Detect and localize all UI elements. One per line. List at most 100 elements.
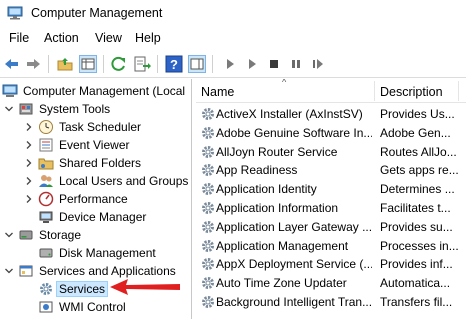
tree-item-label: Device Manager	[59, 210, 147, 224]
chevron-right-icon[interactable]	[24, 194, 34, 204]
tree-item-wmi-control[interactable]: WMI Control	[38, 298, 128, 316]
toolbar-separator	[103, 55, 104, 73]
properties-pane-icon[interactable]	[188, 55, 206, 73]
back-icon[interactable]	[3, 55, 21, 73]
table-row[interactable]: AppX Deployment Service (... Provides inf…	[196, 255, 466, 273]
wmi-icon	[39, 301, 53, 313]
sort-ascending-icon: ^	[282, 79, 287, 87]
forward-icon[interactable]	[24, 55, 42, 73]
service-gear-icon	[202, 277, 214, 290]
tree-item-label: WMI Control	[59, 300, 126, 314]
service-name: App Readiness	[216, 163, 298, 178]
tree-item-label: Task Scheduler	[59, 120, 142, 134]
start-service-alt-icon[interactable]	[243, 55, 261, 73]
service-name: Application Information	[216, 201, 339, 215]
help-icon[interactable]: ?	[165, 55, 183, 73]
tree-item-label: Local Users and Groups	[59, 174, 189, 188]
chevron-right-icon[interactable]	[24, 176, 34, 186]
service-gear-icon	[202, 164, 214, 177]
pause-service-icon[interactable]	[287, 55, 305, 73]
tree-item-label: Shared Folders	[59, 156, 142, 170]
chevron-right-icon[interactable]	[24, 122, 34, 132]
tree-item-services[interactable]: Services	[38, 280, 109, 298]
service-description: Adobe Gen...	[380, 125, 451, 140]
menu-action[interactable]: Action	[42, 31, 81, 45]
table-row[interactable]: Application Information Facilitates t...	[196, 199, 466, 217]
table-row[interactable]: Auto Time Zone Updater Automatica...	[196, 274, 466, 292]
column-divider[interactable]	[374, 81, 375, 101]
tree-item-disk-management[interactable]: Disk Management	[38, 244, 158, 262]
computer-icon	[2, 84, 18, 97]
service-description: Provides Us...	[380, 107, 455, 121]
service-name: AppX Deployment Service (...	[216, 257, 372, 272]
up-folder-icon[interactable]	[56, 55, 74, 73]
table-row[interactable]: Background Intelligent Tran... Transfers …	[196, 293, 466, 311]
column-header-name[interactable]: Name	[201, 85, 234, 99]
table-row[interactable]: Application Management Processes in...	[196, 237, 466, 255]
toolbar-separator	[212, 55, 213, 73]
stop-service-icon[interactable]	[265, 55, 283, 73]
service-name: AllJoyn Router Service	[216, 144, 338, 159]
start-service-icon[interactable]	[221, 55, 239, 73]
table-row[interactable]: App Readiness Gets apps re...	[196, 161, 466, 179]
table-row[interactable]: Adobe Genuine Software In... Adobe Gen...	[196, 124, 466, 142]
service-gear-icon	[202, 183, 214, 196]
menu-bar: File Action View Help	[0, 29, 466, 49]
restart-service-icon[interactable]	[309, 55, 327, 73]
shared-folder-icon	[38, 158, 54, 170]
event-log-icon	[39, 138, 53, 152]
table-row[interactable]: Application Identity Determines ...	[196, 180, 466, 198]
service-name: Adobe Genuine Software In...	[216, 125, 372, 140]
tree-item-shared-folders[interactable]: Shared Folders	[24, 154, 143, 172]
service-name: Application Identity	[216, 182, 317, 197]
chevron-down-icon[interactable]	[4, 230, 14, 240]
show-hide-tree-icon[interactable]	[79, 55, 97, 73]
tree-item-label: Event Viewer	[59, 138, 130, 152]
refresh-icon[interactable]	[110, 55, 128, 73]
tree-item-label: System Tools	[39, 102, 111, 116]
menu-view[interactable]: View	[93, 31, 124, 45]
storage-icon	[19, 230, 33, 240]
annotation-arrow	[110, 279, 180, 295]
tree-item-task-scheduler[interactable]: Task Scheduler	[24, 118, 143, 136]
tree-item-local-users[interactable]: Local Users and Groups	[24, 172, 190, 190]
tree-item-label: Services	[55, 281, 109, 297]
tree-item-event-viewer[interactable]: Event Viewer	[24, 136, 131, 154]
services-gear-icon	[40, 283, 52, 295]
service-description: Automatica...	[380, 276, 451, 291]
tree-item-label: Performance	[59, 192, 128, 206]
svg-text:?: ?	[170, 57, 178, 72]
tree-item-system-tools[interactable]: System Tools	[4, 100, 112, 118]
menu-file[interactable]: File	[7, 31, 31, 45]
export-list-icon[interactable]	[133, 55, 151, 73]
tree-item-label: Computer Management (Local	[23, 84, 186, 98]
service-gear-icon	[202, 220, 214, 233]
chevron-down-icon[interactable]	[4, 266, 14, 276]
service-name: Auto Time Zone Updater	[216, 276, 347, 291]
service-description: Provides inf...	[380, 257, 453, 272]
toolbar-separator	[48, 55, 49, 73]
service-gear-icon	[202, 126, 214, 139]
tree-item-label: Storage	[39, 228, 82, 242]
device-manager-icon	[39, 211, 53, 223]
window-title: Computer Management	[31, 6, 163, 20]
chevron-right-icon[interactable]	[24, 140, 34, 150]
column-divider[interactable]	[458, 81, 459, 101]
tree-item-label: Disk Management	[59, 246, 156, 260]
service-gear-icon	[202, 239, 214, 252]
tree-item-storage[interactable]: Storage	[4, 226, 83, 244]
service-name: Application Layer Gateway ...	[216, 219, 372, 234]
tree-item-device-manager[interactable]: Device Manager	[38, 208, 148, 226]
tree-item-performance[interactable]: Performance	[24, 190, 130, 208]
table-row[interactable]: Application Layer Gateway ... Provides su…	[196, 218, 466, 236]
table-row[interactable]: AllJoyn Router Service Routes AllJo...	[196, 143, 466, 161]
service-gear-icon	[202, 296, 214, 308]
chevron-down-icon[interactable]	[4, 104, 14, 114]
menu-help[interactable]: Help	[133, 31, 163, 45]
column-header-description[interactable]: Description	[380, 85, 443, 99]
table-row[interactable]: ActiveX Installer (AxInstSV) Provides Us.…	[196, 105, 466, 123]
chevron-right-icon[interactable]	[24, 158, 34, 168]
list-header: ^ Name Description	[196, 79, 466, 103]
tree-item-root[interactable]: Computer Management (Local	[2, 82, 187, 100]
toolbar-separator	[157, 55, 158, 73]
